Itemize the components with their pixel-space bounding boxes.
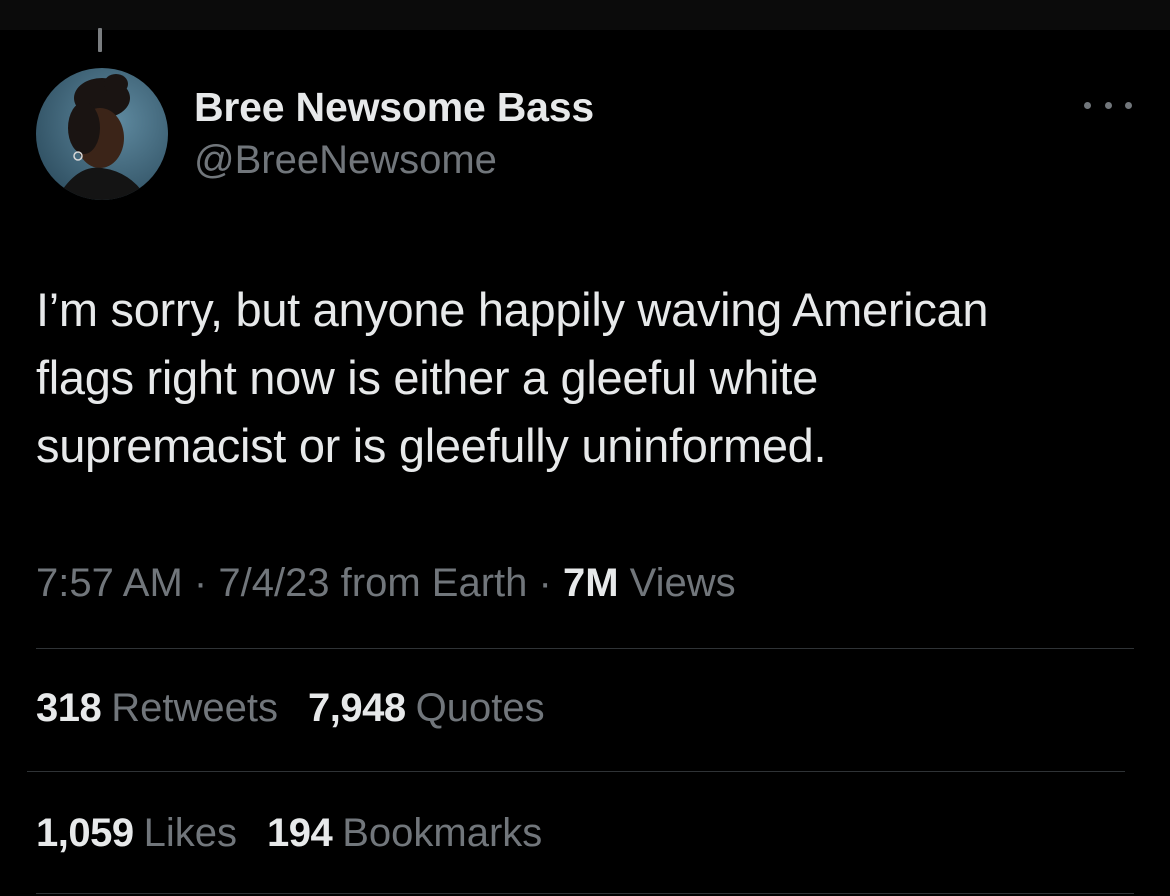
profile-photo: [36, 68, 168, 200]
divider: [27, 771, 1125, 772]
tweet-date-source: 7/4/23 from Earth: [218, 561, 528, 605]
quotes-label: Quotes: [415, 686, 545, 730]
thread-connector-line: [98, 28, 102, 52]
engagement-row-1: 318 Retweets 7,948 Quotes: [36, 686, 575, 731]
dot: [1125, 101, 1132, 109]
quotes-count: 7,948: [308, 686, 406, 730]
more-options-icon[interactable]: [1084, 94, 1132, 116]
bookmarks-stat[interactable]: 194 Bookmarks: [267, 811, 542, 856]
tweet-text: I’m sorry, but anyone happily waving Ame…: [36, 276, 1136, 480]
views-label: Views: [629, 561, 736, 605]
views-count: 7M: [562, 561, 619, 605]
retweets-stat[interactable]: 318 Retweets: [36, 686, 278, 731]
top-bar: [0, 0, 1170, 30]
author-handle[interactable]: @BreeNewsome: [194, 138, 497, 183]
retweets-label: Retweets: [111, 686, 278, 730]
tweet-text-line: supremacist or is gleefully uninformed.: [36, 419, 827, 472]
divider: [36, 893, 1134, 894]
avatar[interactable]: [36, 68, 168, 200]
dot: [1084, 101, 1091, 109]
likes-stat[interactable]: 1,059 Likes: [36, 811, 237, 856]
likes-count: 1,059: [36, 811, 134, 855]
tweet-meta: 7:57 AM · 7/4/23 from Earth · 7M Views: [36, 561, 736, 606]
meta-separator: ·: [193, 561, 208, 605]
bookmarks-label: Bookmarks: [342, 811, 543, 855]
tweet-text-line: flags right now is either a gleeful whit…: [36, 351, 818, 404]
author-display-name[interactable]: Bree Newsome Bass: [194, 84, 594, 131]
tweet-time[interactable]: 7:57 AM: [36, 561, 183, 605]
bookmarks-count: 194: [267, 811, 333, 855]
retweets-count: 318: [36, 686, 102, 730]
quotes-stat[interactable]: 7,948 Quotes: [308, 686, 545, 731]
dot: [1104, 101, 1112, 109]
likes-label: Likes: [143, 811, 237, 855]
divider: [36, 648, 1134, 649]
meta-separator: ·: [538, 561, 552, 605]
engagement-row-2: 1,059 Likes 194 Bookmarks: [36, 811, 572, 856]
tweet-text-line: I’m sorry, but anyone happily waving Ame…: [36, 283, 989, 336]
